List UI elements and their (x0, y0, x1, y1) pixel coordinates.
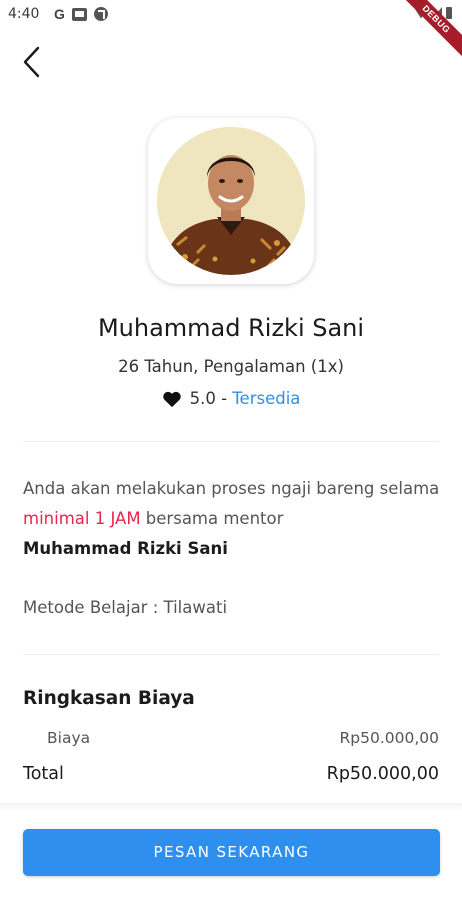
rating-row: 5.0 - Tersedia (0, 389, 462, 408)
rating-line: 5.0 - Tersedia (190, 389, 301, 408)
learning-method: Metode Belajar : Tilawati (23, 598, 228, 617)
heart-icon (162, 391, 181, 407)
back-button[interactable] (18, 42, 52, 82)
fee-label: Biaya (47, 729, 91, 747)
rating-value: 5.0 (189, 389, 216, 408)
notice-mentor-name: Muhammad Rizki Sani (23, 539, 228, 558)
app-notification-icon (93, 7, 108, 21)
status-time: 4:40 (8, 6, 40, 22)
session-notice: Anda akan melakukan proses ngaji bareng … (23, 474, 443, 564)
rating-separator: - (215, 389, 233, 408)
total-value: Rp50.000,00 (326, 764, 439, 784)
notification-icons: G (54, 6, 108, 22)
notice-text: Anda akan melakukan proses ngaji bareng … (23, 479, 440, 498)
notice-text-end: bersama mentor (140, 509, 284, 528)
cost-summary-title: Ringkasan Biaya (23, 688, 195, 709)
avatar-card (148, 118, 314, 284)
notice-highlight: minimal 1 JAM (23, 509, 141, 528)
mentor-avatar (157, 127, 305, 275)
availability-status: Tersedia (232, 389, 301, 408)
order-now-button[interactable]: PESAN SEKARANG (23, 829, 440, 876)
status-bar: 4:40 G (0, 0, 462, 32)
mentor-age-experience: 26 Tahun, Pengalaman (1x) (118, 357, 344, 376)
battery-icon (446, 7, 452, 19)
bottom-bar-shadow (0, 803, 462, 811)
fee-value: Rp50.000,00 (339, 729, 440, 747)
mentor-photo (157, 127, 305, 275)
divider (23, 441, 439, 442)
gallery-notification-icon (71, 7, 87, 21)
divider (23, 654, 439, 655)
google-g-icon: G (54, 6, 65, 22)
total-label: Total (23, 764, 64, 784)
mentor-name: Muhammad Rizki Sani (97, 314, 365, 342)
chevron-left-icon (23, 46, 40, 78)
